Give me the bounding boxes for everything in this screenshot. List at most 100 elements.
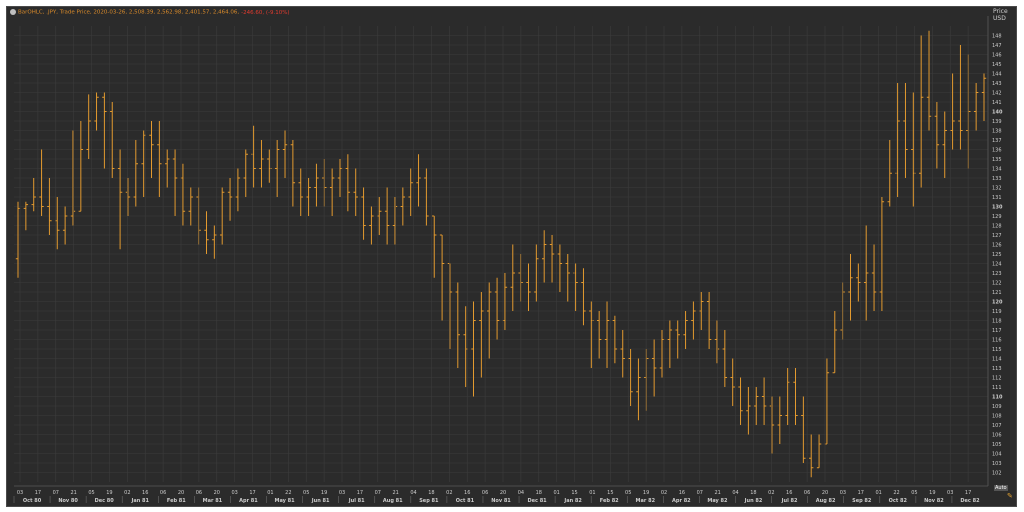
ohlc-bar [848, 254, 853, 321]
y-tick-label: 111 [992, 385, 1002, 391]
y-tick-label: 107 [992, 423, 1002, 429]
x-day-tick-label: 22 [285, 490, 291, 496]
ohlc-bar [117, 149, 123, 250]
y-tick-label: 117 [992, 328, 1002, 334]
y-tick-label: 102 [992, 471, 1002, 477]
x-day-tick-label: 01 [589, 490, 595, 496]
x-day-tick-label: 17 [249, 490, 255, 496]
x-day-tick-label: 16 [679, 490, 685, 496]
y-tick-label: 103 [992, 461, 1002, 467]
ohlc-bar [738, 377, 743, 425]
x-day-tick-label: 02 [661, 490, 667, 496]
ohlc-bar [565, 254, 570, 302]
x-day-tick-label: 20 [214, 490, 220, 496]
pencil-icon[interactable]: ✎ [1007, 492, 1015, 502]
x-month-label: Dec 80 [95, 498, 115, 504]
y-tick-label: 115 [992, 347, 1002, 353]
legend-instrument: BarOHLC, .JPY, Trade Price, 2020-03-26, … [18, 9, 240, 16]
ohlc-bar [282, 130, 288, 178]
y-tick-label: 119 [992, 309, 1002, 315]
x-day-tick-label: 02 [768, 490, 774, 496]
x-day-tick-label: 07 [53, 490, 59, 496]
x-month-label: May 81 [274, 498, 295, 504]
ohlc-bar [714, 320, 720, 364]
y-tick-label: 125 [992, 252, 1002, 258]
x-month-label: May 82 [707, 498, 728, 504]
auto-scale-button[interactable]: Auto [994, 485, 1008, 491]
ohlc-bar [259, 140, 264, 188]
y-tick-label: 130 [992, 205, 1003, 211]
ohlc-bar [353, 168, 358, 216]
y-tick-label: 147 [992, 43, 1002, 49]
price-axis-currency: USD [993, 15, 1006, 22]
y-tick-label: 137 [992, 138, 1002, 144]
x-day-tick-label: 19 [929, 490, 935, 496]
ohlc-bar [589, 301, 594, 368]
x-month-label: Jul 81 [348, 498, 365, 504]
x-day-tick-label: 04 [732, 490, 738, 496]
y-tick-label: 106 [992, 433, 1002, 439]
chart-legend: BarOHLC, .JPY, Trade Price, 2020-03-26, … [10, 9, 290, 16]
y-tick-label: 126 [992, 243, 1002, 249]
y-tick-label: 146 [992, 53, 1002, 59]
x-month-label: Jun 81 [311, 498, 330, 504]
ohlc-bar [557, 244, 563, 292]
x-month-label: Dec 82 [960, 498, 980, 504]
y-tick-label: 138 [992, 129, 1002, 135]
x-day-tick-label: 01 [267, 490, 273, 496]
x-day-tick-label: 18 [428, 490, 434, 496]
ohlc-bar [329, 168, 335, 216]
series-indicator-icon[interactable] [10, 9, 16, 15]
x-month-label: Jan 82 [563, 498, 582, 504]
x-day-tick-label: 20 [500, 490, 506, 496]
ohlc-bar [479, 292, 484, 378]
x-day-tick-label: 21 [714, 490, 720, 496]
ohlc-bar [596, 311, 602, 359]
x-month-label: Oct 82 [889, 498, 908, 504]
ohlc-bar [573, 263, 578, 311]
y-tick-label: 122 [992, 281, 1002, 287]
x-month-label: Feb 81 [167, 498, 186, 504]
ohlc-bar [730, 358, 735, 406]
ohlc-bar [78, 121, 84, 212]
y-tick-label: 132 [992, 186, 1002, 192]
ohlc-bar [777, 396, 783, 444]
ohlc-bar [15, 201, 21, 278]
x-day-tick-label: 22 [893, 490, 899, 496]
y-tick-label: 144 [992, 72, 1002, 78]
x-month-label: Oct 80 [23, 498, 42, 504]
y-tick-label: 129 [992, 214, 1002, 220]
y-tick-label: 143 [992, 81, 1002, 87]
x-month-label: Jul 82 [781, 498, 798, 504]
ohlc-bar [243, 149, 248, 197]
ohlc-bar [667, 320, 673, 368]
y-tick-label: 108 [992, 414, 1002, 420]
ohlc-bar [761, 377, 767, 425]
ohlc-bar [392, 197, 398, 245]
x-day-tick-label: 03 [947, 490, 953, 496]
y-tick-label: 124 [992, 262, 1002, 268]
x-day-tick-label: 21 [70, 490, 76, 496]
y-tick-label: 127 [992, 233, 1002, 239]
y-tick-label: 128 [992, 224, 1002, 230]
ohlc-bar [298, 168, 303, 216]
x-month-label: Apr 82 [672, 498, 691, 504]
y-tick-label: 110 [992, 395, 1003, 401]
ohlc-chart[interactable]: 102 103 104 105 106 107 108 109 110 111 112 113 114 1… [0, 0, 1024, 512]
x-month-label: Jun 82 [744, 498, 763, 504]
ohlc-bar [604, 301, 610, 368]
ohlc-bar [133, 140, 139, 207]
x-month-label: Nov 80 [58, 498, 78, 504]
ohlc-bar [526, 263, 531, 311]
x-month-label: Sep 82 [852, 498, 872, 504]
x-month-label: Oct 81 [456, 498, 475, 504]
x-day-tick-label: 20 [822, 490, 828, 496]
y-tick-label: 121 [992, 290, 1002, 296]
x-day-tick-label: 02 [446, 490, 452, 496]
y-tick-label: 118 [992, 319, 1002, 325]
x-day-tick-label: 15 [571, 490, 577, 496]
x-day-tick-label: 03 [840, 490, 846, 496]
y-tick-label: 133 [992, 176, 1002, 182]
x-day-tick-label: 03 [17, 490, 23, 496]
x-day-tick-label: 01 [553, 490, 559, 496]
